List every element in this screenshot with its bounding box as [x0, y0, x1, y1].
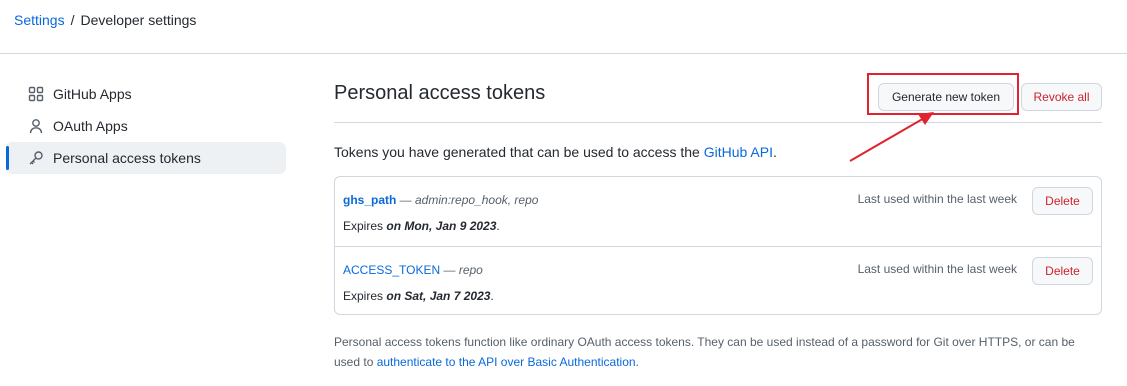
token-scopes: — admin:repo_hook, repo: [396, 193, 539, 207]
token-list: ghs_path — admin:repo_hook, repo Expires…: [334, 176, 1102, 315]
sidebar-item-github-apps[interactable]: GitHub Apps: [6, 78, 286, 110]
token-expiry: Expires on Sat, Jan 7 2023.: [343, 289, 494, 303]
github-api-link[interactable]: GitHub API: [704, 144, 773, 160]
generate-new-token-button[interactable]: Generate new token: [878, 83, 1014, 111]
token-name-link[interactable]: ghs_path: [343, 193, 396, 207]
footer-note: Personal access tokens function like ord…: [334, 335, 1075, 369]
sidebar-item-oauth-apps[interactable]: OAuth Apps: [6, 110, 286, 142]
breadcrumb-separator: /: [70, 12, 75, 28]
title-divider: [334, 122, 1102, 123]
sidebar-item-label: OAuth Apps: [53, 118, 128, 134]
sidebar-item-label: Personal access tokens: [53, 150, 201, 166]
revoke-all-button[interactable]: Revoke all: [1021, 83, 1102, 111]
token-row: ghs_path — admin:repo_hook, repo Expires…: [335, 177, 1101, 246]
token-last-used: Last used within the last week: [857, 192, 1017, 206]
breadcrumb: Settings / Developer settings: [14, 11, 196, 29]
token-name-link[interactable]: ACCESS_TOKEN: [343, 263, 440, 277]
header-divider: [0, 53, 1127, 54]
sidebar-item-personal-access-tokens[interactable]: Personal access tokens: [6, 142, 286, 174]
delete-token-button[interactable]: Delete: [1032, 187, 1093, 215]
token-last-used: Last used within the last week: [857, 262, 1017, 276]
page-title: Personal access tokens: [334, 82, 546, 104]
token-scopes: — repo: [440, 263, 483, 277]
person-icon: [28, 118, 44, 134]
sidebar-item-label: GitHub Apps: [53, 86, 132, 102]
intro-text: Tokens you have generated that can be us…: [334, 144, 777, 160]
token-name-line: ACCESS_TOKEN — repo: [343, 263, 483, 277]
key-icon: [28, 150, 44, 166]
token-name-line: ghs_path — admin:repo_hook, repo: [343, 193, 538, 207]
token-row: ACCESS_TOKEN — repo Expires on Sat, Jan …: [335, 246, 1101, 315]
breadcrumb-settings-link[interactable]: Settings: [14, 12, 65, 28]
apps-grid-icon: [28, 86, 44, 102]
basic-auth-link[interactable]: authenticate to the API over Basic Authe…: [377, 355, 636, 369]
delete-token-button[interactable]: Delete: [1032, 257, 1093, 285]
sidebar: GitHub Apps OAuth Apps Personal access t…: [0, 78, 286, 174]
breadcrumb-current: Developer settings: [80, 12, 197, 28]
token-expiry: Expires on Mon, Jan 9 2023.: [343, 219, 500, 233]
